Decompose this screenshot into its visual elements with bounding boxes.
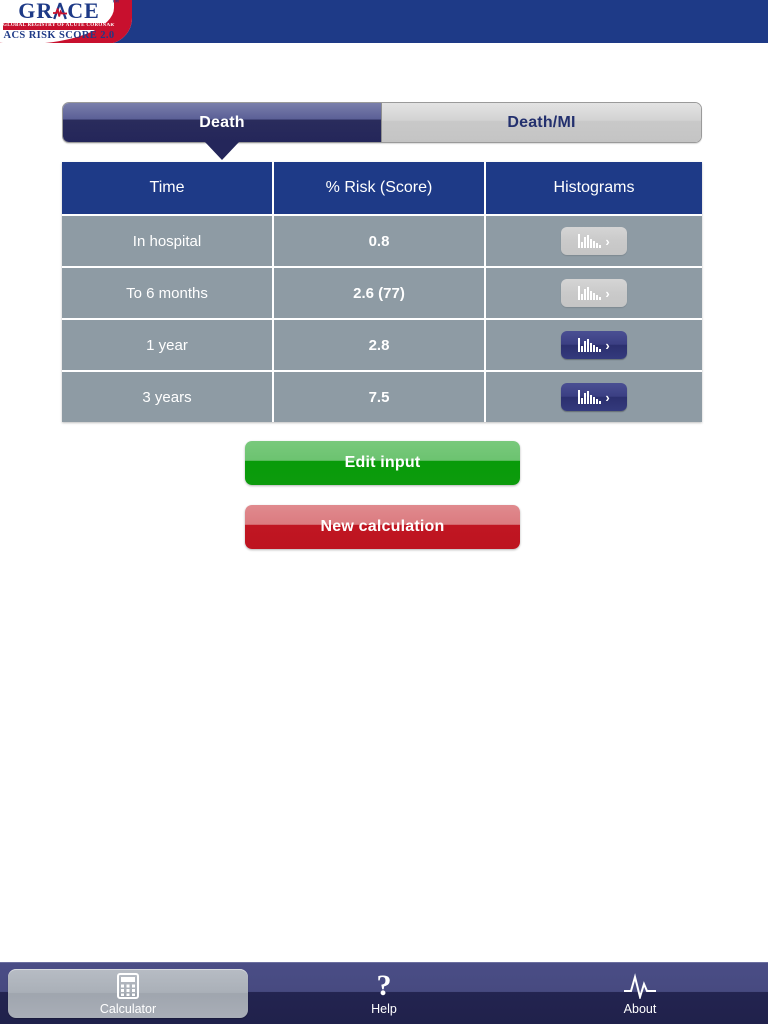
chevron-right-icon: ›: [605, 389, 610, 405]
logo-trademark: ™: [112, 0, 120, 6]
row-time-3-years: 3 years: [62, 370, 274, 422]
tab-calculator[interactable]: Calculator: [0, 963, 256, 1024]
bottom-tab-bar: Calculator ? Help About: [0, 962, 768, 1024]
chevron-right-icon: ›: [605, 233, 610, 249]
calculator-icon: [117, 972, 139, 1000]
chevron-right-icon: ›: [605, 285, 610, 301]
row-histogram-cell-1-year: ›: [486, 318, 702, 370]
tab-help-label: Help: [371, 1001, 397, 1016]
tab-about[interactable]: About: [512, 963, 768, 1024]
logo-content: GR CE ™ GLOBAL REGISTRY OF ACUTE CORONAR…: [0, 0, 120, 42]
bar-chart-icon: [578, 338, 602, 352]
row-risk-6-months: 2.6 (77): [274, 266, 486, 318]
histogram-button-in-hospital[interactable]: ›: [561, 227, 627, 255]
question-mark-icon: ?: [376, 968, 392, 1002]
tab-calculator-label: Calculator: [99, 1001, 157, 1016]
histogram-button-6-months[interactable]: ›: [561, 279, 627, 307]
table-row: 1 year 2.8 ›: [62, 318, 702, 370]
tab-death[interactable]: Death: [63, 103, 382, 142]
logo-rule-text: GLOBAL REGISTRY OF ACUTE CORONARY EVENTS: [3, 23, 115, 28]
selected-tab-pointer-icon: [205, 142, 239, 160]
segmented-track: Death Death/MI: [62, 102, 702, 143]
logo-ekg-letter-a-icon: [53, 2, 68, 20]
bar-chart-icon: [578, 286, 602, 300]
column-header-risk: % Risk (Score): [274, 162, 486, 214]
main-content: Death Death/MI Time % Risk (Score) Histo…: [0, 43, 768, 962]
edit-input-button[interactable]: Edit input: [245, 441, 520, 485]
chevron-right-icon: ›: [605, 337, 610, 353]
logo-subtitle: ACS RISK SCORE 2.0: [3, 30, 115, 41]
logo-word-ce: CE: [67, 0, 100, 23]
histogram-button-1-year[interactable]: ›: [561, 331, 627, 359]
new-calculation-button[interactable]: New calculation: [245, 505, 520, 549]
table-body: In hospital 0.8 › To 6 months 2.6 (77) ›…: [62, 214, 702, 422]
app-header: GR CE ™ GLOBAL REGISTRY OF ACUTE CORONAR…: [0, 0, 768, 43]
tab-death-label: Death: [199, 113, 245, 131]
ekg-waveform-icon: [623, 972, 657, 1000]
row-histogram-cell-6-months: ›: [486, 266, 702, 318]
row-histogram-cell-in-hospital: ›: [486, 214, 702, 266]
row-risk-3-years: 7.5: [274, 370, 486, 422]
outcome-segmented-control: Death Death/MI: [62, 102, 702, 160]
logo-word-gr: GR: [18, 0, 54, 23]
column-header-histograms: Histograms: [486, 162, 702, 214]
tab-death-mi[interactable]: Death/MI: [382, 103, 701, 142]
row-risk-1-year: 2.8: [274, 318, 486, 370]
table-head: Time % Risk (Score) Histograms: [62, 162, 702, 214]
tab-help[interactable]: ? Help: [256, 963, 512, 1024]
column-header-time: Time: [62, 162, 274, 214]
tab-about-label: About: [623, 1001, 657, 1016]
row-histogram-cell-3-years: ›: [486, 370, 702, 422]
table-row: In hospital 0.8 ›: [62, 214, 702, 266]
histogram-button-3-years[interactable]: ›: [561, 383, 627, 411]
logo-wordmark: GR CE ™: [0, 0, 120, 23]
bar-chart-icon: [578, 390, 602, 404]
app-root: GR CE ™ GLOBAL REGISTRY OF ACUTE CORONAR…: [0, 0, 768, 1024]
table-row: To 6 months 2.6 (77) ›: [62, 266, 702, 318]
table-row: 3 years 7.5 ›: [62, 370, 702, 422]
row-risk-in-hospital: 0.8: [274, 214, 486, 266]
risk-results-table: Time % Risk (Score) Histograms In hospit…: [62, 162, 702, 422]
row-time-1-year: 1 year: [62, 318, 274, 370]
row-time-in-hospital: In hospital: [62, 214, 274, 266]
grace-logo: GR CE ™ GLOBAL REGISTRY OF ACUTE CORONAR…: [0, 0, 132, 43]
table-header-row: Time % Risk (Score) Histograms: [62, 162, 702, 214]
logo-red-rule: GLOBAL REGISTRY OF ACUTE CORONARY EVENTS: [3, 23, 115, 30]
action-buttons: Edit input New calculation: [245, 441, 520, 549]
bar-chart-icon: [578, 234, 602, 248]
row-time-6-months: To 6 months: [62, 266, 274, 318]
tab-death-mi-label: Death/MI: [507, 113, 576, 131]
